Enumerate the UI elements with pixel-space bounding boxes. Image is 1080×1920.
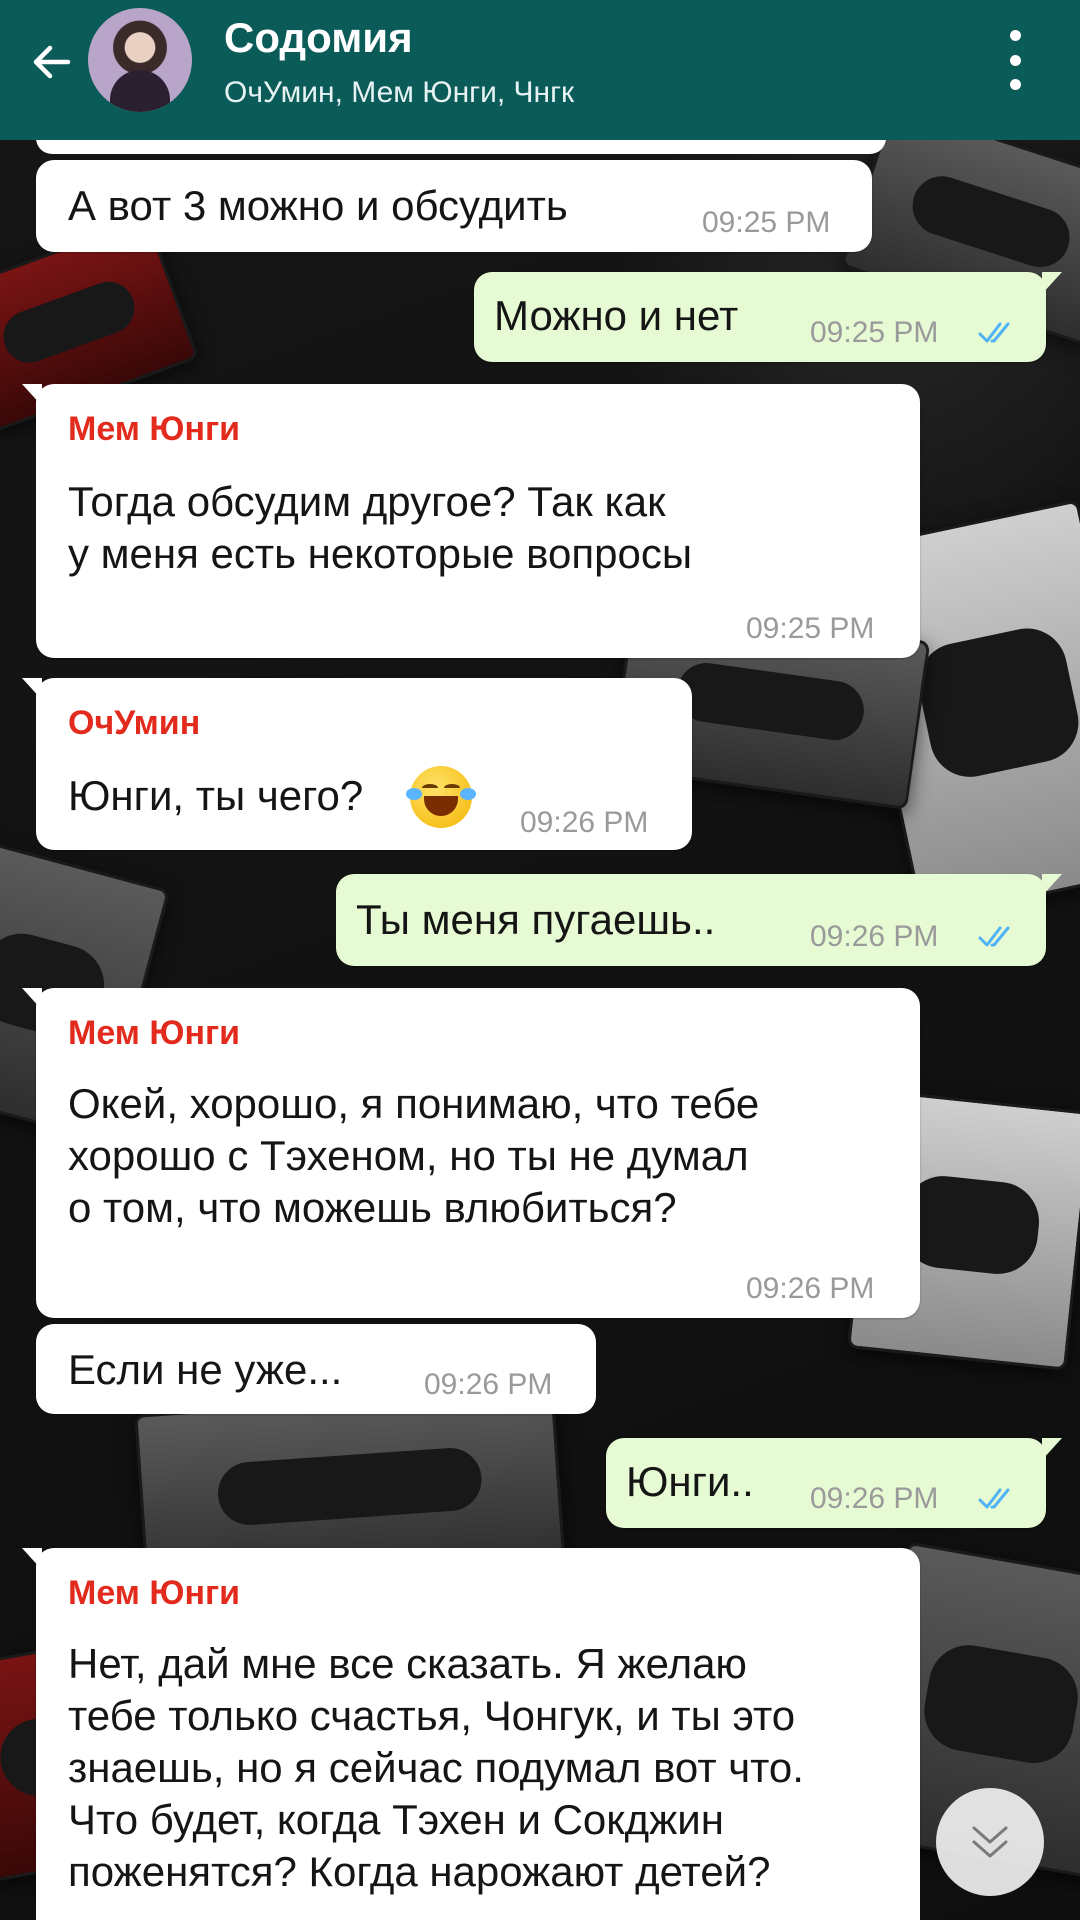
message-outgoing[interactable]: Можно и нет 09:25 PM <box>474 272 1062 362</box>
message-outgoing[interactable]: Юнги.. 09:26 PM <box>606 1438 1062 1528</box>
double-check-icon <box>978 926 1010 947</box>
message-text: Тогда обсудим другое? Так как у меня ест… <box>68 478 693 577</box>
message-time: 09:25 PM <box>810 316 939 349</box>
scroll-to-bottom-button[interactable] <box>936 1788 1044 1896</box>
message-time: 09:26 PM <box>746 1272 875 1305</box>
sender-name[interactable]: Мем Юнги <box>68 1014 240 1053</box>
message-outgoing[interactable]: Ты меня пугаешь.. 09:26 PM <box>336 874 1062 966</box>
group-avatar[interactable] <box>88 8 192 112</box>
sender-name[interactable]: ОчУмин <box>68 704 200 743</box>
chat-header: Содомия ОчУмин, Мем Юнги, Чнгк <box>0 0 1080 140</box>
message-incoming[interactable]: Мем Юнги Нет, дай мне все сказать. Я жел… <box>22 1548 920 1920</box>
double-chevron-down-icon <box>972 1826 1008 1858</box>
arrow-left-icon <box>33 45 71 79</box>
message-incoming[interactable]: Мем Юнги Окей, хорошо, я понимаю, что те… <box>22 988 920 1318</box>
message-time: 09:26 PM <box>810 1482 939 1515</box>
message-time: 09:25 PM <box>702 206 831 239</box>
message-text: А вот 3 можно и обсудить <box>68 182 568 229</box>
tears-of-joy-emoji <box>406 766 476 828</box>
message-text: Если не уже... <box>68 1346 343 1393</box>
message-text: Юнги.. <box>626 1458 754 1505</box>
back-button[interactable] <box>24 34 80 90</box>
double-check-icon <box>978 322 1010 343</box>
message-time: 09:26 PM <box>520 806 649 839</box>
message-incoming[interactable]: А вот 3 можно и обсудить 09:25 PM <box>36 160 872 252</box>
kebab-menu-icon[interactable] <box>1000 30 1030 90</box>
sender-name[interactable]: Мем Юнги <box>68 1574 240 1613</box>
message-incoming[interactable]: Мем Юнги Тогда обсудим другое? Так как у… <box>22 384 920 658</box>
message-text: Окей, хорошо, я понимаю, что тебе хорошо… <box>68 1080 760 1231</box>
message-time: 09:26 PM <box>424 1368 553 1401</box>
message-incoming[interactable]: Если не уже... 09:26 PM <box>36 1324 596 1414</box>
double-check-icon <box>978 1488 1010 1509</box>
sender-name[interactable]: Мем Юнги <box>68 410 240 449</box>
chat-members[interactable]: ОчУмин, Мем Юнги, Чнгк <box>224 76 574 110</box>
message-text: Юнги, ты чего? <box>68 772 364 819</box>
chat-title[interactable]: Содомия <box>224 14 413 62</box>
message-time: 09:25 PM <box>746 612 875 645</box>
message-text: Ты меня пугаешь.. <box>356 896 716 943</box>
message-text: Можно и нет <box>494 292 739 339</box>
message-incoming[interactable]: ОчУмин Юнги, ты чего? 09:26 PM <box>22 678 692 850</box>
message-time: 09:26 PM <box>810 920 939 953</box>
message-text: Нет, дай мне все сказать. Я желаю тебе т… <box>68 1640 804 1895</box>
